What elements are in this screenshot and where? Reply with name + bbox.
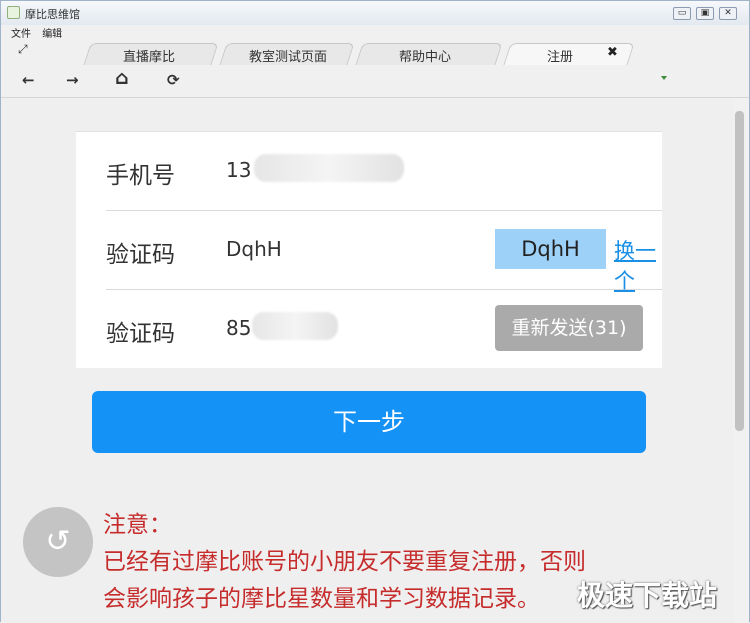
close-window-button[interactable]: ✕ bbox=[719, 7, 737, 20]
captcha-refresh-link[interactable]: 换一个 bbox=[614, 235, 662, 295]
close-tab-icon[interactable]: ✖ bbox=[607, 45, 618, 60]
sms-row: 验证码 85 重新发送(31) bbox=[106, 290, 662, 368]
menu-edit[interactable]: 编辑 bbox=[42, 29, 62, 40]
captcha-image: DqhH bbox=[495, 229, 606, 269]
next-step-button[interactable]: 下一步 bbox=[92, 391, 646, 453]
home-icon[interactable]: ⌂ bbox=[115, 67, 129, 89]
fullscreen-icon[interactable]: ⤢ bbox=[18, 42, 28, 57]
tab-live-label[interactable]: 直播摩比 bbox=[123, 46, 175, 65]
title-bar: 摩比思维馆 ▭ ▣ ✕ bbox=[1, 1, 749, 25]
captcha-label: 验证码 bbox=[106, 242, 175, 268]
notice-line-2: 会影响孩子的摩比星数量和学习数据记录。 bbox=[103, 586, 540, 612]
window-title: 摩比思维馆 bbox=[25, 8, 80, 21]
notice-line-1: 已经有过摩比账号的小朋友不要重复注册，否则 bbox=[103, 549, 586, 575]
dropdown-arrow-icon[interactable] bbox=[661, 76, 667, 80]
menu-bar: 文件 编辑 bbox=[11, 25, 70, 40]
back-arrow-icon[interactable]: ← bbox=[22, 71, 35, 89]
resend-button[interactable]: 重新发送(31) bbox=[495, 305, 643, 351]
phone-redaction bbox=[254, 154, 404, 182]
minimize-button[interactable]: ▭ bbox=[673, 7, 691, 20]
refresh-icon[interactable]: ⟳ bbox=[167, 71, 180, 89]
tab-help-label[interactable]: 帮助中心 bbox=[399, 46, 451, 65]
captcha-row: 验证码 DqhH DqhH 换一个 bbox=[106, 211, 662, 293]
watermark: 极速下载站 bbox=[577, 579, 718, 612]
sms-code-input[interactable]: 85 bbox=[226, 316, 251, 340]
menu-file[interactable]: 文件 bbox=[11, 29, 31, 40]
app-window: 摩比思维馆 ▭ ▣ ✕ 文件 编辑 ⤢ 直播摩比 教室测试页面 帮助中心 注册 … bbox=[0, 0, 750, 623]
back-button[interactable]: ↺ bbox=[23, 507, 93, 577]
restore-button[interactable]: ▣ bbox=[696, 7, 714, 20]
sms-code-label: 验证码 bbox=[106, 321, 175, 347]
tab-register-label[interactable]: 注册 bbox=[547, 46, 573, 65]
forward-arrow-icon[interactable]: → bbox=[66, 71, 79, 89]
notice-title: 注意： bbox=[103, 512, 172, 538]
scrollbar-thumb[interactable] bbox=[735, 111, 744, 431]
phone-label: 手机号 bbox=[106, 163, 175, 189]
undo-icon: ↺ bbox=[45, 524, 71, 559]
register-form: 手机号 13 验证码 DqhH DqhH 换一个 验证码 85 重新发送(31) bbox=[76, 131, 662, 368]
tab-classroom-test-label[interactable]: 教室测试页面 bbox=[249, 46, 327, 65]
phone-row: 手机号 13 bbox=[106, 132, 662, 211]
phone-input[interactable]: 13 bbox=[226, 158, 251, 182]
app-icon bbox=[7, 6, 20, 19]
captcha-input[interactable]: DqhH bbox=[226, 237, 282, 261]
sms-redaction bbox=[252, 312, 338, 340]
